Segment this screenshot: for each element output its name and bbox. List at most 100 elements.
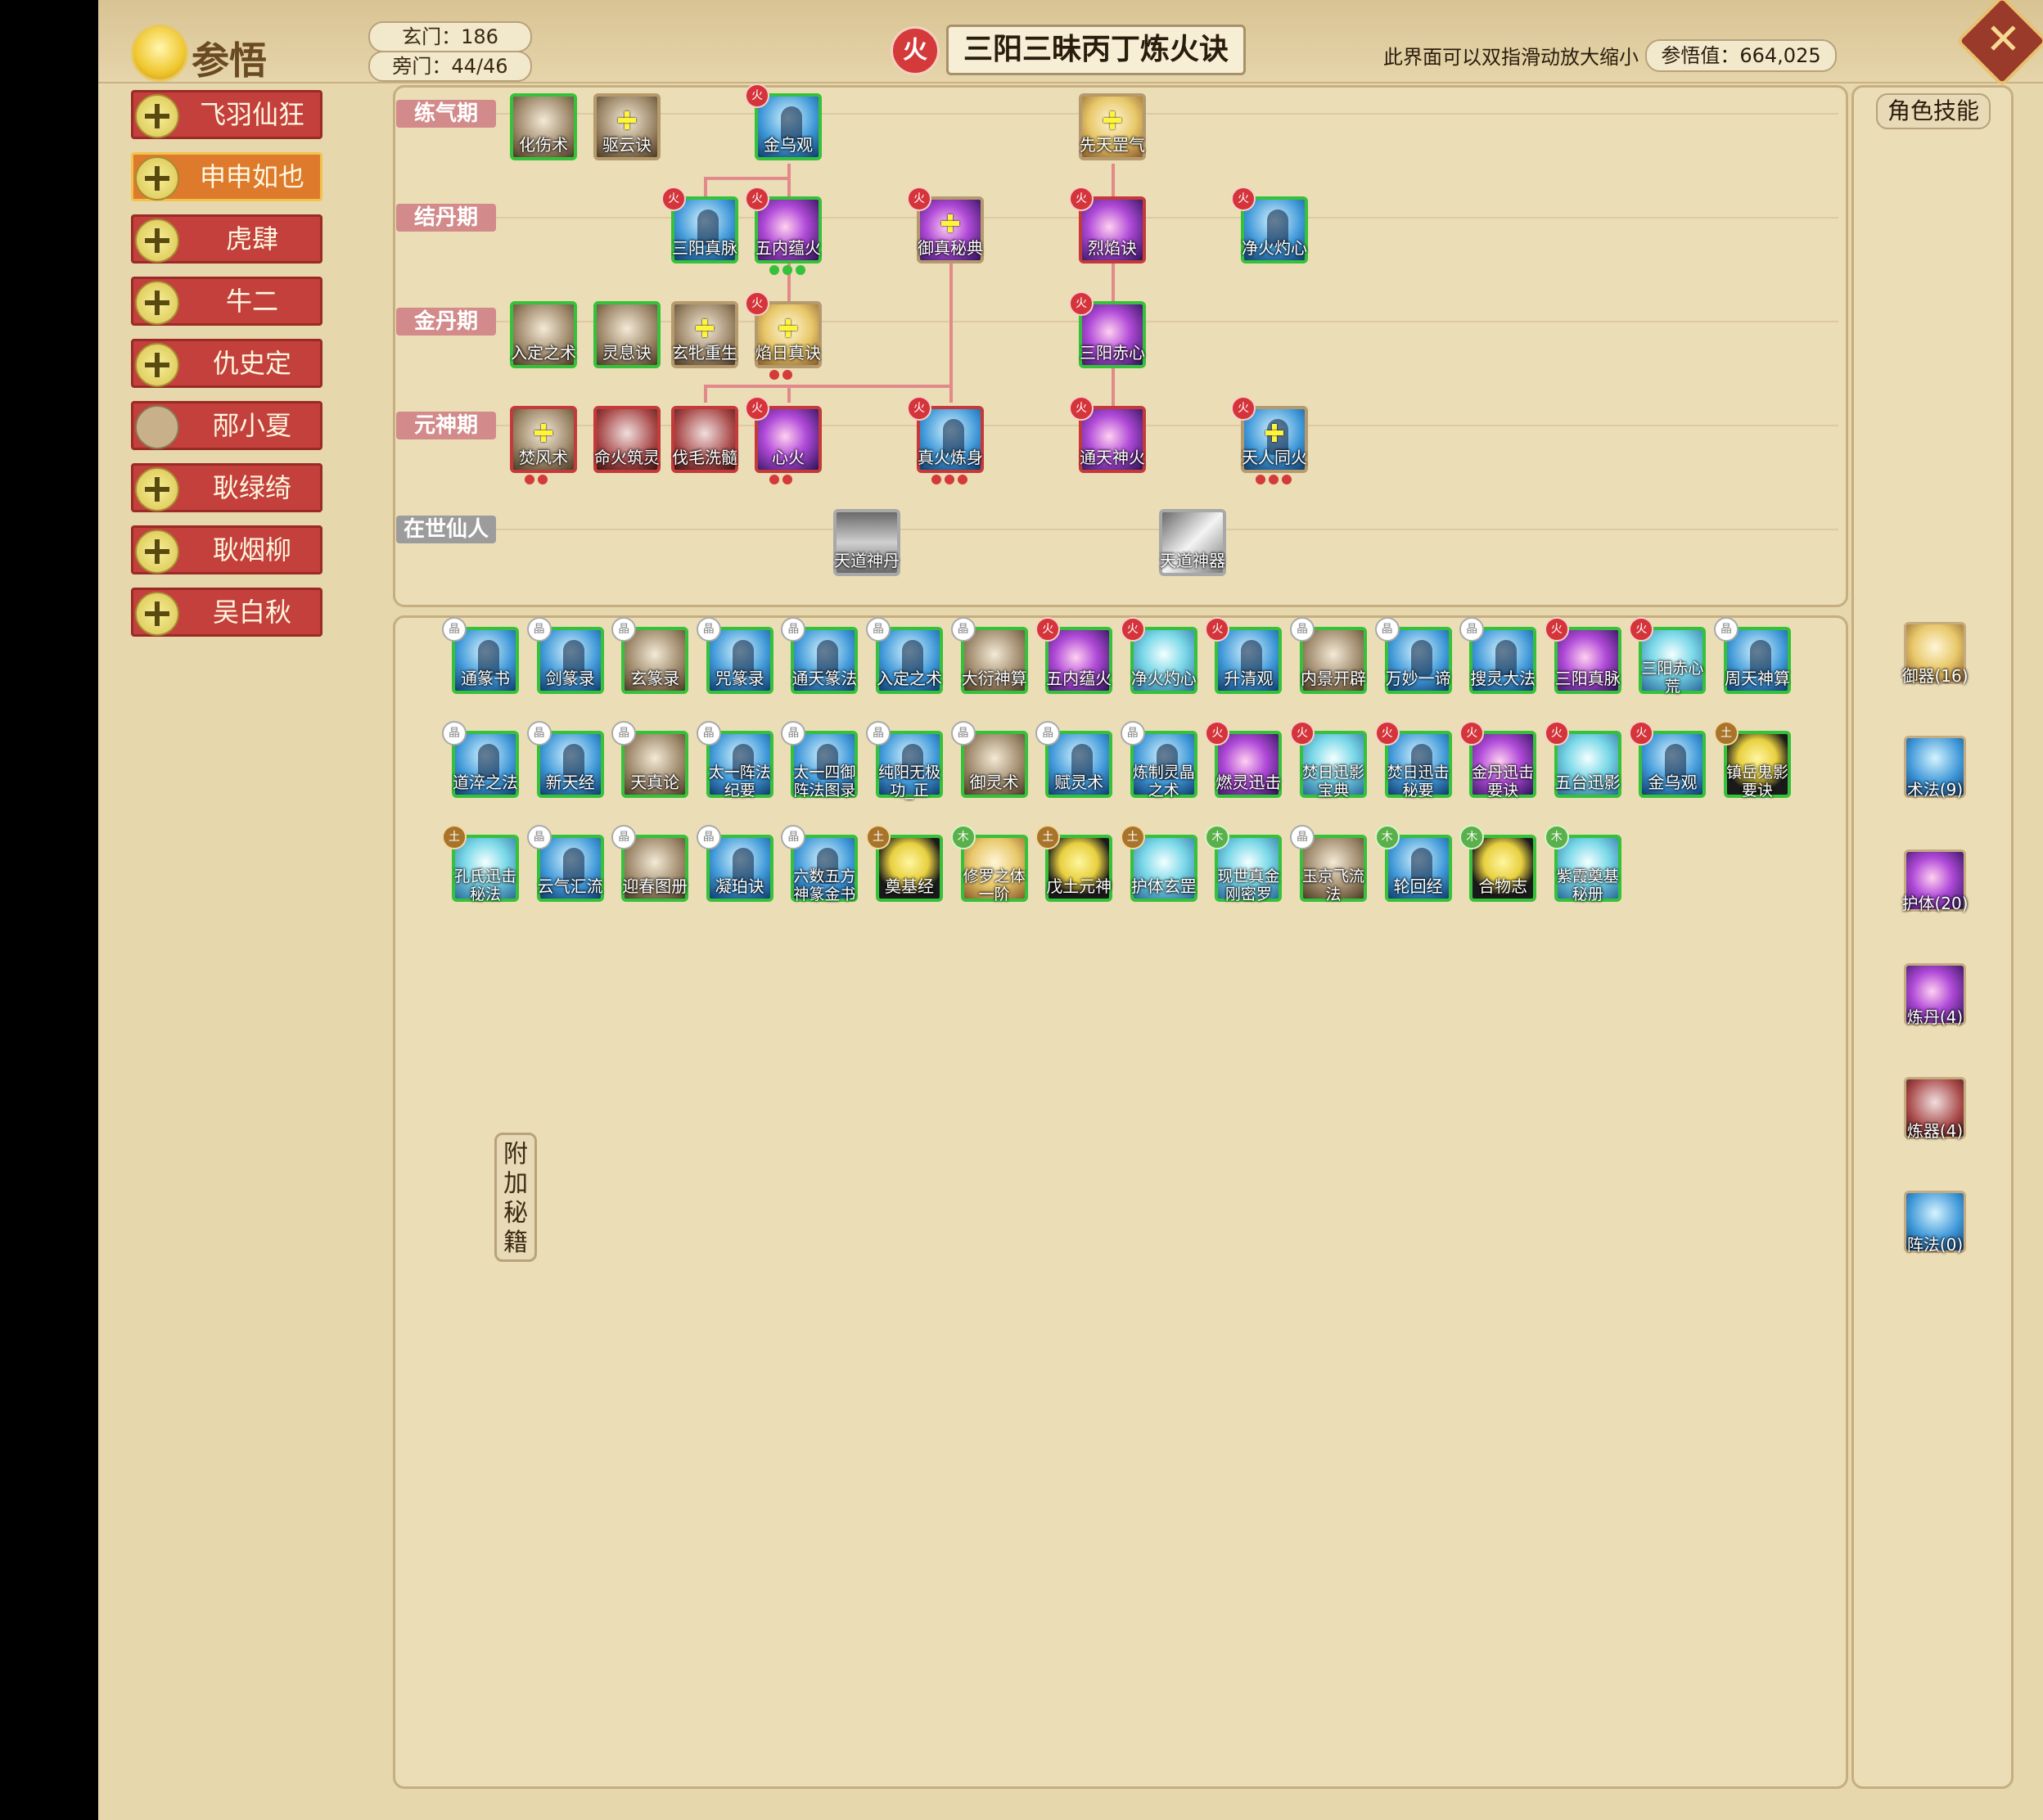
tree-skill-node[interactable]: 玄牝重生	[671, 301, 738, 368]
book-skill-node[interactable]: 晶剑篆录	[526, 617, 604, 694]
tree-skill-node[interactable]: 火天人同火	[1231, 396, 1308, 484]
tree-skill-node[interactable]: 命火筑灵	[593, 406, 661, 473]
book-skill-node[interactable]: 木现世真金刚密罗	[1205, 825, 1283, 903]
tree-skill-node[interactable]: 火三阳赤心	[1069, 291, 1146, 368]
element-badge-icon: 晶	[442, 617, 467, 642]
book-skill-node[interactable]: 火三阳赤心荒	[1629, 617, 1707, 696]
book-skill-node[interactable]: 土奠基经	[866, 825, 943, 902]
book-skill-node[interactable]: 木紫霞奠基秘册	[1544, 825, 1621, 903]
book-skill-node[interactable]: 火净火灼心	[1120, 617, 1197, 694]
role-skill-button[interactable]: 炼丹(4)	[1904, 963, 1966, 1027]
book-skill-node[interactable]: 晶炼制灵晶之术	[1120, 721, 1197, 800]
book-skill-node[interactable]: 火焚日迅影宝典	[1290, 721, 1367, 800]
book-skill-node[interactable]: 火金丹迅击要诀	[1459, 721, 1537, 800]
role-skill-button[interactable]: 御器(16)	[1901, 622, 1969, 686]
book-skill-node[interactable]: 木修罗之体一阶	[950, 825, 1028, 903]
book-skill-node[interactable]: 晶搜灵大法	[1459, 617, 1537, 694]
tree-skill-node[interactable]: 天道神丹	[833, 509, 900, 576]
character-item[interactable]: 吴白秋	[131, 588, 322, 637]
skill-label: 云气汇流	[537, 876, 603, 896]
tree-skill-node[interactable]: 火烈焰诀	[1069, 187, 1146, 264]
book-skill-node[interactable]: 晶万妙一谛	[1374, 617, 1452, 694]
book-skill-node[interactable]: 火燃灵迅击	[1205, 721, 1283, 798]
book-skill-node[interactable]: 火五台迅影	[1544, 721, 1621, 798]
book-skill-node[interactable]: 火金乌观	[1629, 721, 1707, 798]
role-skill-button[interactable]: 阵法(0)	[1904, 1191, 1966, 1255]
book-skill-node[interactable]: 土孔氏迅击秘法	[442, 825, 519, 903]
tree-skill-node[interactable]: 火真火炼身	[907, 396, 984, 484]
character-item[interactable]: 仇史定	[131, 339, 322, 388]
tree-skill-node[interactable]: 伐毛洗髓	[671, 406, 738, 473]
progress-dots	[1256, 475, 1295, 488]
book-skill-node[interactable]: 晶道淬之法	[442, 721, 519, 798]
character-item[interactable]: 耿绿绮	[131, 463, 322, 512]
book-skill-node[interactable]: 晶六数五方神篆金书	[781, 825, 859, 903]
role-skill-button[interactable]: 护体(20)	[1901, 849, 1969, 913]
book-skill-node[interactable]: 土护体玄罡	[1120, 825, 1197, 902]
tree-skill-node[interactable]: 化伤术	[510, 93, 577, 160]
realm-label: 练气期	[396, 100, 496, 128]
skill-label: 天道神丹	[834, 551, 900, 570]
book-skill-node[interactable]: 晶大衍神算	[950, 617, 1028, 694]
role-skill-button[interactable]: 术法(9)	[1904, 736, 1966, 800]
role-skill-button[interactable]: 炼器(4)	[1904, 1077, 1966, 1141]
tree-skill-node[interactable]: 火金乌观	[745, 83, 822, 160]
book-skill-node[interactable]: 晶周天神算	[1714, 617, 1791, 694]
skill-label: 奠基经	[885, 876, 934, 896]
book-skill-node[interactable]: 火五内蕴火	[1035, 617, 1113, 694]
book-skill-node[interactable]: 晶赋灵术	[1035, 721, 1113, 798]
tree-skill-node[interactable]: 先天罡气	[1079, 93, 1146, 160]
book-skill-node[interactable]: 土镇岳鬼影要诀	[1714, 721, 1791, 800]
character-item[interactable]: 牛二	[131, 277, 322, 326]
book-skill-node[interactable]: 火三阳真脉	[1544, 617, 1621, 694]
element-badge-icon: 火	[1069, 396, 1094, 421]
element-badge-icon: 火	[745, 396, 769, 421]
skill-label: 伐毛洗髓	[672, 448, 737, 467]
character-item[interactable]: 飞羽仙狂	[131, 90, 322, 139]
book-skill-node[interactable]: 晶新天经	[526, 721, 604, 798]
tree-skill-node[interactable]: 入定之术	[510, 301, 577, 368]
book-skill-node[interactable]: 晶云气汇流	[526, 825, 604, 902]
book-skill-node[interactable]: 晶太一四御阵法图录	[781, 721, 859, 800]
book-skill-node[interactable]: 晶御灵术	[950, 721, 1028, 798]
book-skill-node[interactable]: 木轮回经	[1374, 825, 1452, 902]
book-skill-node[interactable]: 土戊土元神	[1035, 825, 1113, 902]
book-skill-node[interactable]: 晶纯阳无极功_正	[866, 721, 943, 800]
tree-skill-node[interactable]: 火三阳真脉	[661, 187, 738, 264]
book-skill-node[interactable]: 晶玉京飞流法	[1290, 825, 1367, 903]
tree-skill-node[interactable]: 天道神器	[1159, 509, 1226, 576]
character-item[interactable]: 申申如也	[131, 152, 322, 201]
book-skill-node[interactable]: 晶通篆书	[442, 617, 519, 694]
tree-skill-node[interactable]: 火通天神火	[1069, 396, 1146, 473]
book-skill-node[interactable]: 晶天真论	[611, 721, 689, 798]
book-skill-node[interactable]: 火升清观	[1205, 617, 1283, 694]
book-skill-node[interactable]: 晶通天篆法	[781, 617, 859, 694]
tree-skill-node[interactable]: 火五内蕴火	[745, 187, 822, 275]
extra-books-tab[interactable]: 附加秘籍	[494, 1133, 537, 1262]
book-skill-node[interactable]: 晶凝珀诀	[696, 825, 773, 902]
tree-skill-node[interactable]: 焚风术	[510, 406, 577, 484]
book-skill-node[interactable]: 晶迎春图册	[611, 825, 689, 902]
tree-skill-node[interactable]: 火净火灼心	[1231, 187, 1308, 264]
character-item[interactable]: 虎肆	[131, 214, 322, 264]
book-skill-node[interactable]: 晶内景开辟	[1290, 617, 1367, 694]
skill-label: 玉京飞流法	[1301, 867, 1364, 903]
element-badge-icon: 火	[907, 187, 931, 211]
tree-skill-node[interactable]: 火心火	[745, 396, 822, 484]
tree-skill-node[interactable]: 驱云诀	[593, 93, 661, 160]
tree-skill-node[interactable]: 灵息诀	[593, 301, 661, 368]
element-badge-icon: 晶	[526, 721, 552, 746]
skill-label: 五台迅影	[1554, 773, 1621, 792]
book-skill-node[interactable]: 晶太一阵法纪要	[696, 721, 773, 800]
character-item[interactable]: 耿烟柳	[131, 525, 322, 574]
book-skill-node[interactable]: 木合物志	[1459, 825, 1537, 902]
progress-dots	[931, 475, 971, 488]
tree-skill-node[interactable]: 火御真秘典	[907, 187, 984, 264]
book-skill-node[interactable]: 晶咒篆录	[696, 617, 773, 694]
skill-label: 太一四御阵法图录	[793, 764, 856, 800]
tree-skill-node[interactable]: 火焰日真诀	[745, 291, 822, 380]
book-skill-node[interactable]: 火焚日迅击秘要	[1374, 721, 1452, 800]
book-skill-node[interactable]: 晶入定之术	[866, 617, 943, 694]
book-skill-node[interactable]: 晶玄篆录	[611, 617, 689, 694]
character-item[interactable]: 邴小夏	[131, 401, 322, 450]
